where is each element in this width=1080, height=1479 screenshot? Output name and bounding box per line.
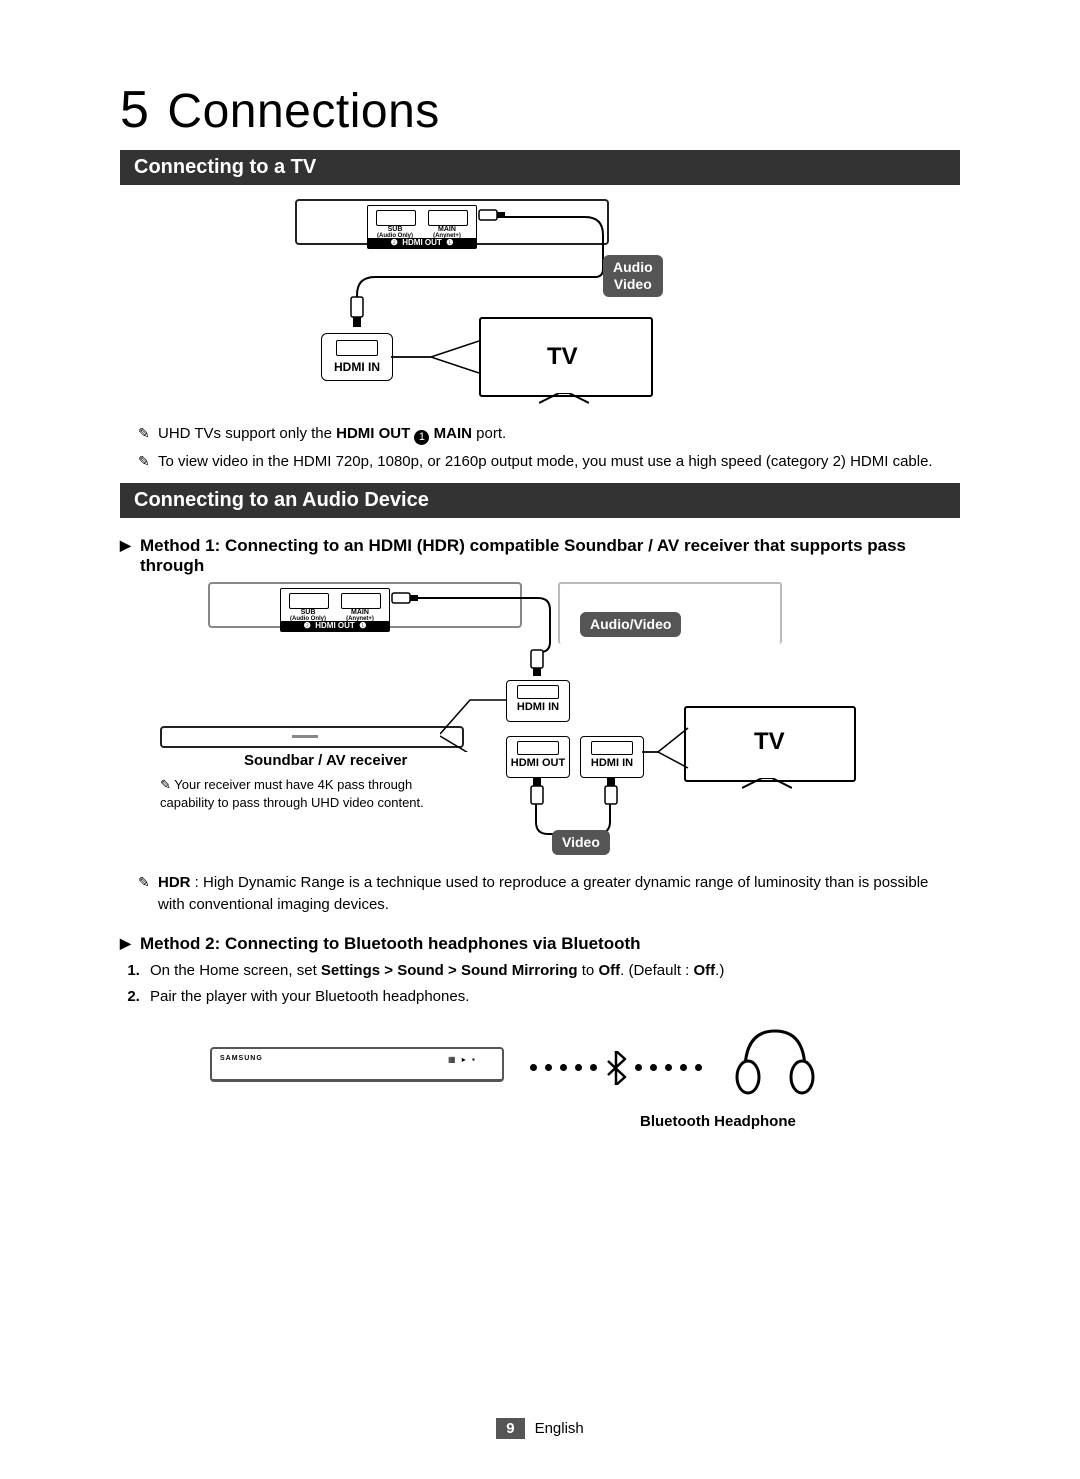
page-footer: 9 English xyxy=(0,1418,1080,1439)
soundbar-label: Soundbar / AV receiver xyxy=(244,752,407,769)
diagram-tv-connection: SUB (Audio Only) MAIN (Anynet+) ❷ HDMI O… xyxy=(295,199,785,409)
hdmi-plug-down-icon xyxy=(602,778,620,806)
dot-icon xyxy=(560,1064,567,1071)
hdmi-out-label: HDMI OUT xyxy=(507,757,569,769)
note-pre: UHD TVs support only the xyxy=(158,425,336,442)
tv-label: TV xyxy=(547,343,578,371)
diagram-bluetooth: ▦ ▸ ▪ SAMSUNG Bluetooth Headphone xyxy=(190,1027,890,1127)
step-pre: On the Home screen, set xyxy=(150,962,321,979)
section-connecting-tv: Connecting to a TV xyxy=(120,150,960,185)
footer-language: English xyxy=(535,1420,584,1437)
pointer-line xyxy=(391,339,481,379)
player-brand-text: SAMSUNG xyxy=(220,1055,263,1062)
note-text: To view video in the HDMI 720p, 1080p, o… xyxy=(158,453,933,470)
pill-audio: Audio xyxy=(613,259,653,275)
num2-icon: ❷ xyxy=(304,621,311,630)
hdmi-plug-down-icon xyxy=(528,648,546,678)
audio-video-pill: Audio Video xyxy=(603,255,663,297)
soundbar-note: Your receiver must have 4K pass through … xyxy=(160,776,470,811)
diagram-soundbar-connection: SUB (Audio Only) MAIN (Anynet+) ❷ HDMI O… xyxy=(160,582,860,862)
dot-icon xyxy=(680,1064,687,1071)
section-connecting-audio: Connecting to an Audio Device xyxy=(120,483,960,518)
method1-notes: HDR : High Dynamic Range is a technique … xyxy=(120,872,960,916)
hdmi-in-panel: HDMI IN xyxy=(321,333,393,381)
step-post: .) xyxy=(715,962,724,979)
dot-icon xyxy=(590,1064,597,1071)
method2-heading: Method 2: Connecting to Bluetooth headph… xyxy=(120,934,960,954)
pencil-icon xyxy=(160,777,174,792)
step-text: Pair the player with your Bluetooth head… xyxy=(150,988,469,1005)
hdmi-in-port xyxy=(336,340,378,356)
soundbar-note-text: Your receiver must have 4K pass through … xyxy=(160,777,424,810)
step-mid: to xyxy=(578,962,599,979)
player-device xyxy=(210,1047,504,1082)
note-b2: MAIN xyxy=(429,425,472,442)
hdmi-plug-vertical-icon xyxy=(348,295,366,329)
dot-icon xyxy=(695,1064,702,1071)
chapter-heading: 5 Connections xyxy=(120,80,960,140)
tv-hdmi-in-port xyxy=(591,741,633,755)
chapter-number: 5 xyxy=(120,81,149,139)
hdmi-out-text: HDMI OUT xyxy=(315,621,355,630)
num1-icon: ❶ xyxy=(359,621,366,630)
video-pill: Video xyxy=(552,830,610,855)
player-port-panel: SUB (Audio Only) MAIN (Anynet+) ❷ HDMI O… xyxy=(280,588,390,632)
step-item: On the Home screen, set Settings > Sound… xyxy=(144,960,960,983)
hdmi-cable-icon xyxy=(390,590,420,608)
method2-steps: On the Home screen, set Settings > Sound… xyxy=(120,960,960,1009)
hdmi-in-port xyxy=(517,685,559,699)
step-b1: Settings > Sound > Sound Mirroring xyxy=(321,962,578,979)
headphones-icon xyxy=(730,1021,820,1101)
pill-video: Video xyxy=(614,276,652,292)
soundbar-device xyxy=(160,726,464,748)
bluetooth-icon xyxy=(605,1051,627,1085)
note-post: port. xyxy=(472,425,506,442)
manual-page: 5 Connections Connecting to a TV SUB (Aud… xyxy=(0,0,1080,1479)
hdmi-out-panel: HDMI OUT xyxy=(506,736,570,778)
tv-label: TV xyxy=(754,728,785,756)
tv-hdmi-in-panel: HDMI IN xyxy=(580,736,644,778)
sub-label: SUB xyxy=(289,609,327,616)
bluetooth-headphone-label: Bluetooth Headphone xyxy=(640,1113,796,1130)
hdmi-out-port xyxy=(517,741,559,755)
method1-heading: Method 1: Connecting to an HDMI (HDR) co… xyxy=(120,536,960,576)
dot-icon xyxy=(575,1064,582,1071)
step-item: Pair the player with your Bluetooth head… xyxy=(144,986,960,1009)
dot-icon xyxy=(635,1064,642,1071)
hdmi-plug-down-icon xyxy=(528,778,546,806)
hdmi-sub-port xyxy=(289,593,329,609)
tv-stand-icon xyxy=(539,393,589,405)
page-number: 9 xyxy=(496,1418,524,1439)
player-buttons: ▦ ▸ ▪ xyxy=(448,1055,477,1064)
audio-video-pill: Audio/Video xyxy=(580,612,681,637)
hdr-text: : High Dynamic Range is a technique used… xyxy=(158,874,928,913)
hdmi-in-label: HDMI IN xyxy=(322,360,392,374)
dot-icon xyxy=(650,1064,657,1071)
chapter-title: Connections xyxy=(167,85,439,138)
dot-icon xyxy=(530,1064,537,1071)
step-b3: Off xyxy=(693,962,715,979)
section1-notes: UHD TVs support only the HDMI OUT 1 MAIN… xyxy=(120,423,960,473)
tv-stand-icon xyxy=(742,778,792,790)
tv-hdmi-in-label: HDMI IN xyxy=(581,757,643,769)
step-mid2: . (Default : xyxy=(620,962,693,979)
note-item: To view video in the HDMI 720p, 1080p, o… xyxy=(138,451,958,473)
hdr-bold: HDR xyxy=(158,874,191,891)
soundbar-indicator xyxy=(292,735,318,738)
dot-icon xyxy=(545,1064,552,1071)
note-item: UHD TVs support only the HDMI OUT 1 MAIN… xyxy=(138,423,958,445)
hdmi-main-port xyxy=(341,593,381,609)
hdmi-out-strip: ❷ HDMI OUT ❶ xyxy=(281,621,389,631)
dot-icon xyxy=(665,1064,672,1071)
note-b1: HDMI OUT xyxy=(336,425,414,442)
bluetooth-link xyxy=(530,1051,702,1085)
note-item: HDR : High Dynamic Range is a technique … xyxy=(138,872,958,916)
main-label: MAIN xyxy=(341,609,379,616)
circled-1-icon: 1 xyxy=(414,430,429,445)
step-b2: Off xyxy=(598,962,620,979)
